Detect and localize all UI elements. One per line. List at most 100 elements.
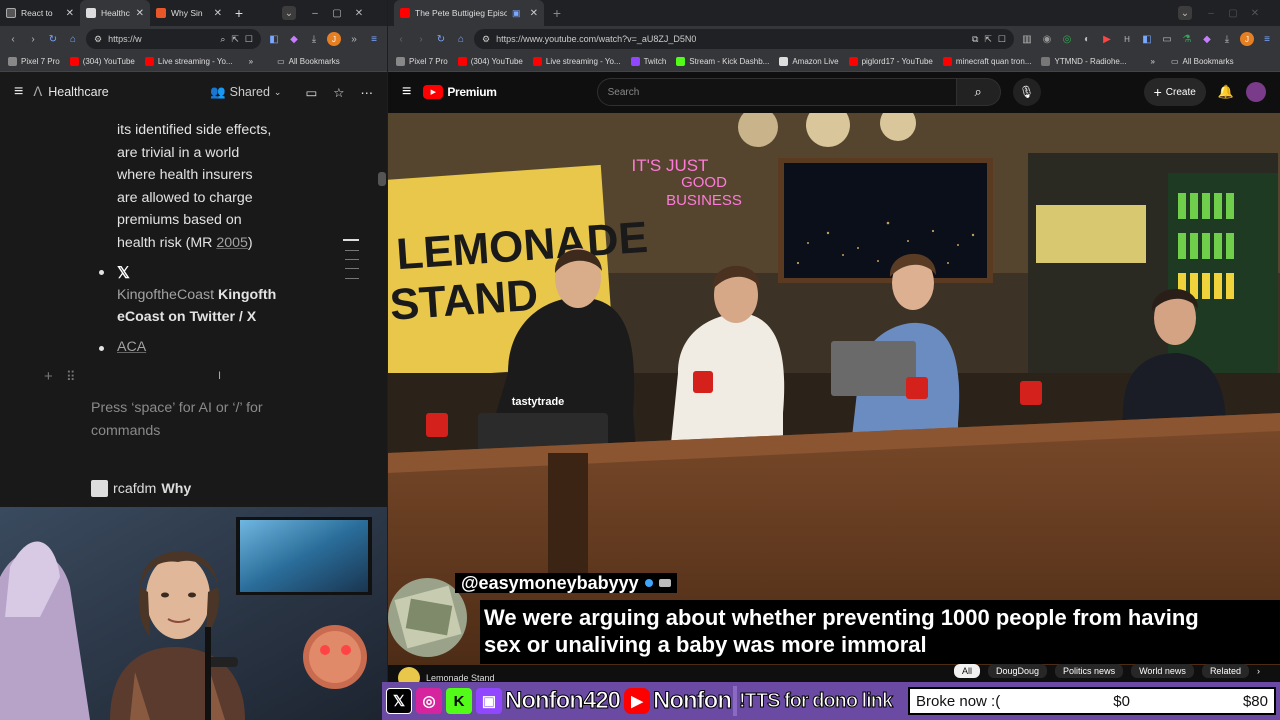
zoom-icon[interactable]: ⌕ [220,34,225,45]
drag-handle-icon[interactable]: ⠿ [66,369,76,385]
bookmark-line[interactable]: KingoftheCoast Kingofth [117,284,276,307]
voice-search-icon[interactable]: 🎙 [1012,78,1041,106]
extension-icon[interactable]: ◎ [1060,32,1074,46]
extension-icon[interactable]: H [1120,32,1134,46]
more-extensions-icon[interactable]: » [347,32,361,46]
menu-icon[interactable]: ≡ [367,32,381,46]
profile-avatar[interactable]: J [327,32,341,46]
account-avatar[interactable] [1246,82,1266,102]
notifications-bell-icon[interactable]: 🔔 [1218,84,1234,100]
bookmark-item[interactable]: Stream - Kick Dashb... [676,57,769,66]
add-block-icon[interactable]: + [44,368,53,385]
toc-marker[interactable] [345,259,359,260]
back-icon[interactable]: ‹ [394,32,408,46]
extension-icon[interactable]: ◆ [287,32,301,46]
maximize-icon[interactable]: ▢ [330,6,344,20]
chevron-right-icon[interactable]: › [1257,666,1260,676]
chip[interactable]: Politics news [1055,664,1124,678]
chip[interactable]: DougDoug [988,664,1048,678]
search-input[interactable]: Search [596,78,957,106]
extension-icon[interactable]: ▥ [1020,32,1034,46]
more-bookmarks-icon[interactable]: » [249,57,253,66]
toc-marker[interactable] [343,239,359,241]
all-bookmarks[interactable]: ▭ All Bookmarks [277,57,340,66]
maximize-icon[interactable]: ▢ [1226,6,1240,20]
bookmark-star-icon[interactable]: ☐ [245,34,253,45]
tab-youtube[interactable]: The Pete Buttigieg Episode ▣ ✕ [394,0,544,26]
close-window-icon[interactable]: ✕ [1248,6,1262,20]
bookmark-item[interactable]: (304) YouTube [457,57,523,66]
tab-search-icon[interactable]: ⌄ [282,6,296,20]
extension-icon[interactable]: ⚗ [1180,32,1194,46]
close-icon[interactable]: ✕ [66,8,74,19]
aca-link[interactable]: ACA [117,336,146,359]
more-icon[interactable]: ⋯ [361,85,374,100]
back-icon[interactable]: ‹ [6,32,20,46]
bookmark-item[interactable]: Pixel 7 Pro [8,57,60,66]
extension-icon[interactable]: ▶ [1100,32,1114,46]
home-icon[interactable]: ⌂ [66,32,80,46]
extension-icon[interactable]: ◉ [1040,32,1054,46]
favorite-star-icon[interactable]: ☆ [333,85,344,100]
menu-icon[interactable]: ≡ [1260,32,1274,46]
tab-react[interactable]: React to ✕ [0,0,80,26]
bookmark-line-2[interactable]: eCoast on Twitter / X [117,306,256,329]
extension-icon[interactable]: ◆ [1200,32,1214,46]
youtube-logo[interactable]: ▶ Premium [423,85,497,99]
close-icon[interactable]: ✕ [136,8,144,19]
media-playing-icon[interactable]: ▣ [512,8,521,19]
footer-mention[interactable]: rcafdm Why [91,480,191,497]
bookmark-item[interactable]: Twitch [630,57,666,66]
bookmark-item[interactable]: Pixel 7 Pro [396,57,448,66]
profile-avatar[interactable]: J [1240,32,1254,46]
minimize-icon[interactable]: – [308,6,322,20]
address-bar[interactable]: ⚙ https://www.youtube.com/watch?v=_aU8ZJ… [474,29,1014,49]
forward-icon[interactable]: › [414,32,428,46]
toc-marker[interactable] [345,268,359,269]
minimize-icon[interactable]: – [1204,6,1218,20]
extension-icon[interactable]: ▭ [1160,32,1174,46]
toc-marker[interactable] [345,278,359,279]
close-icon[interactable]: ✕ [530,8,538,19]
more-bookmarks-icon[interactable]: » [1151,57,1155,66]
new-tab-icon[interactable]: + [232,5,246,21]
extension-icon[interactable]: ◧ [1140,32,1154,46]
extension-icon[interactable]: ◐ [1080,32,1094,46]
citation-link[interactable]: 2005 [216,235,248,251]
bookmark-item[interactable]: Live streaming - Yo... [532,57,621,66]
bookmark-item[interactable]: minecraft quan tron... [942,57,1031,66]
bookmark-item[interactable]: Amazon Live [779,57,839,66]
share-icon[interactable]: ⇱ [231,34,239,45]
all-bookmarks[interactable]: ▭ All Bookmarks [1171,57,1234,66]
toc-marker[interactable] [345,250,359,251]
address-bar[interactable]: ⚙ https://w ⌕ ⇱ ☐ [86,29,261,49]
downloads-icon[interactable]: ⤓ [1220,32,1234,46]
create-button[interactable]: + Create [1143,78,1206,106]
bookmark-item[interactable]: Live streaming - Yo... [144,57,233,66]
reload-icon[interactable]: ↻ [46,32,60,46]
downloads-icon[interactable]: ⤓ [307,32,321,46]
install-app-icon[interactable]: ⧉ [972,34,978,45]
empty-block-placeholder[interactable]: Press ‘space’ for AI or ‘/’ for commands [91,397,263,442]
share-button[interactable]: 👥 Shared ⌄ [210,85,281,100]
new-tab-icon[interactable]: + [550,5,564,21]
search-button[interactable]: ⌕ [956,78,1001,106]
bookmark-item[interactable]: YTMND - Radiohe... [1041,57,1127,66]
tab-why[interactable]: Why Sin ✕ [150,0,228,26]
menu-icon[interactable]: ≡ [14,83,23,101]
tab-healthcare[interactable]: Healthc ✕ [80,0,150,26]
home-icon[interactable]: ⌂ [454,32,468,46]
bookmark-star-icon[interactable]: ☐ [998,34,1006,45]
chip-all[interactable]: All [954,664,981,678]
forward-icon[interactable]: › [26,32,40,46]
extension-icon[interactable]: ◧ [267,32,281,46]
reload-icon[interactable]: ↻ [434,32,448,46]
close-window-icon[interactable]: ✕ [352,6,366,20]
tab-search-icon[interactable]: ⌄ [1178,6,1192,20]
bookmark-item[interactable]: (304) YouTube [69,57,135,66]
site-settings-icon[interactable]: ⚙ [482,34,490,45]
site-settings-icon[interactable]: ⚙ [94,34,102,45]
menu-icon[interactable]: ≡ [402,83,411,101]
bookmark-item[interactable]: piglord17 - YouTube [848,57,933,66]
chip[interactable]: World news [1131,664,1194,678]
